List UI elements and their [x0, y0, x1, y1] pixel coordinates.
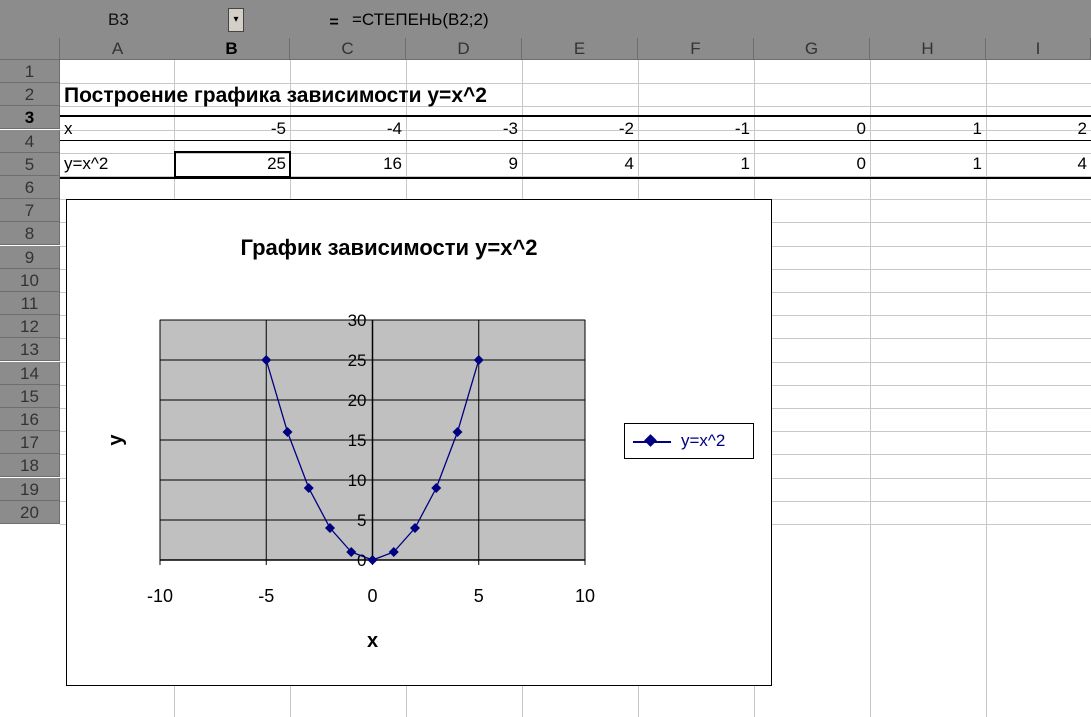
sheet-title-cell[interactable]: Построение графика зависимости y=x^2: [64, 84, 487, 108]
x-tick-label: -10: [147, 586, 173, 606]
formula-input[interactable]: =СТЕПЕНЬ(B2;2): [352, 8, 489, 32]
row-header-16[interactable]: 16: [0, 408, 60, 431]
cell-g3[interactable]: 0: [754, 152, 870, 175]
chart-title: График зависимости y=x^2: [240, 235, 537, 260]
y-tick-label: 10: [348, 471, 367, 490]
legend-label: y=x^2: [681, 431, 726, 450]
row-header-15[interactable]: 15: [0, 384, 60, 408]
cell-b2[interactable]: -5: [174, 117, 290, 140]
cell-c3[interactable]: 16: [290, 152, 406, 175]
y-axis-label: y: [105, 434, 127, 446]
row-header-1[interactable]: 1: [0, 60, 60, 83]
y-tick-label: 20: [348, 391, 367, 410]
table-border-mid: [60, 140, 1091, 141]
x-tick-label: 5: [474, 586, 484, 606]
row-header-13[interactable]: 13: [0, 338, 60, 362]
row-header-6[interactable]: 6: [0, 176, 60, 199]
column-header-c[interactable]: C: [290, 38, 406, 60]
cell-d3[interactable]: 9: [406, 152, 522, 175]
name-box[interactable]: B3: [8, 8, 220, 32]
select-all-corner[interactable]: [0, 38, 60, 60]
y-tick-label: 30: [348, 311, 367, 330]
cell-a3[interactable]: y=x^2: [60, 152, 174, 175]
x-tick-label: 10: [575, 586, 595, 606]
row-header-18[interactable]: 18: [0, 454, 60, 478]
name-box-value: B3: [108, 10, 129, 29]
row-header-8[interactable]: 8: [0, 222, 60, 246]
x-axis-label: x: [367, 630, 378, 652]
column-header-b[interactable]: B: [174, 38, 290, 60]
legend-diamond-marker: [644, 434, 657, 447]
cell-e3[interactable]: 4: [522, 152, 638, 175]
cell-g2[interactable]: 0: [754, 117, 870, 140]
column-header-h[interactable]: H: [870, 38, 986, 60]
x-tick-label: 0: [367, 586, 377, 606]
cell-d2[interactable]: -3: [406, 117, 522, 140]
cell-f3[interactable]: 1: [638, 152, 754, 175]
cell-i3[interactable]: 4: [986, 152, 1091, 175]
cell-i2[interactable]: 2: [986, 117, 1091, 140]
y-tick-label: 25: [348, 351, 367, 370]
column-header-i[interactable]: I: [986, 38, 1091, 60]
column-header-d[interactable]: D: [406, 38, 522, 60]
row-header-3[interactable]: 3: [0, 106, 60, 130]
row-header-12[interactable]: 12: [0, 315, 60, 339]
row-header-20[interactable]: 20: [0, 500, 60, 524]
column-header-f[interactable]: F: [638, 38, 754, 60]
cell-h2[interactable]: 1: [870, 117, 986, 140]
x-tick-label: -5: [258, 586, 274, 606]
y-tick-label: 5: [357, 511, 366, 530]
row-header-7[interactable]: 7: [0, 199, 60, 223]
cell-e2[interactable]: -2: [522, 117, 638, 140]
column-header-a[interactable]: A: [60, 38, 176, 60]
row-header-2[interactable]: 2: [0, 83, 60, 107]
row-header-5[interactable]: 5: [0, 152, 60, 176]
row-header-11[interactable]: 11: [0, 292, 60, 315]
chart-legend[interactable]: y=x^2: [624, 423, 754, 459]
row-header-9[interactable]: 9: [0, 245, 60, 269]
column-header-g[interactable]: G: [754, 38, 870, 60]
column-header-e[interactable]: E: [522, 38, 638, 60]
row-header-19[interactable]: 19: [0, 477, 60, 501]
cell-h3[interactable]: 1: [870, 152, 986, 175]
cell-f2[interactable]: -1: [638, 117, 754, 140]
name-box-dropdown-button[interactable]: ▾: [228, 8, 244, 32]
row-header-17[interactable]: 17: [0, 431, 60, 455]
formula-equals-button[interactable]: =: [322, 14, 346, 32]
cell-c2[interactable]: -4: [290, 117, 406, 140]
formula-bar: B3 ▾ = =СТЕПЕНЬ(B2;2): [0, 0, 1091, 39]
row-header-10[interactable]: 10: [0, 268, 60, 292]
y-tick-label: 15: [348, 431, 367, 450]
row-header-4[interactable]: 4: [0, 129, 60, 153]
row-header-14[interactable]: 14: [0, 361, 60, 385]
selected-cell-b3[interactable]: [174, 151, 291, 178]
cell-a2[interactable]: x: [60, 117, 174, 140]
